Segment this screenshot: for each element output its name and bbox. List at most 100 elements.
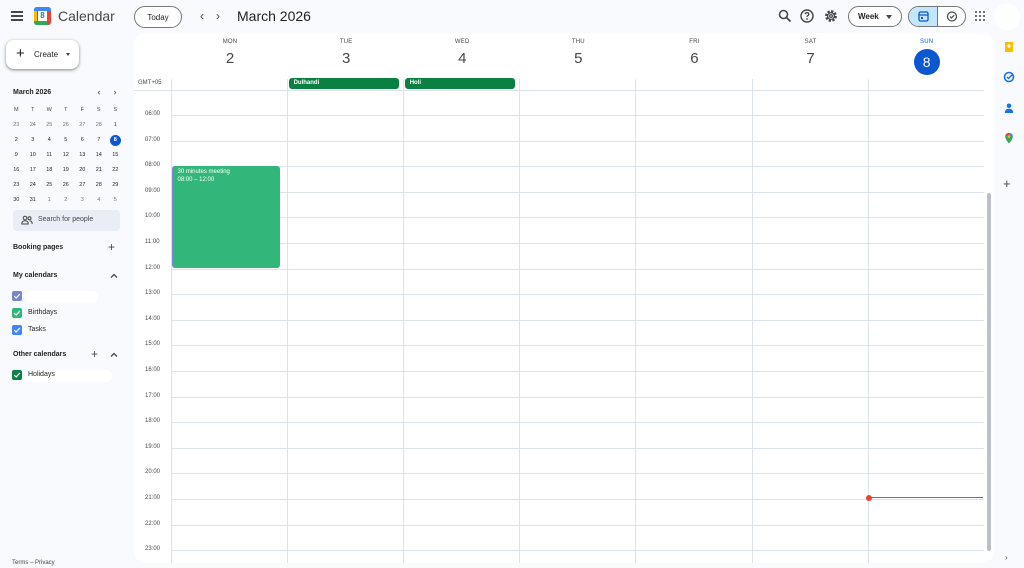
- mini-calendar-day[interactable]: 19: [58, 163, 75, 178]
- mini-calendar-day[interactable]: 8: [107, 133, 124, 148]
- all-day-event[interactable]: Holi: [404, 78, 515, 89]
- day-header[interactable]: WED 4: [404, 33, 520, 79]
- mini-calendar-day[interactable]: 3: [74, 193, 91, 208]
- create-button[interactable]: + Create: [6, 40, 79, 69]
- mini-calendar-day[interactable]: 14: [91, 148, 108, 163]
- mini-calendar-day[interactable]: 7: [91, 133, 108, 148]
- day-date[interactable]: 3: [288, 50, 404, 67]
- add-addon-icon[interactable]: +: [1003, 177, 1011, 190]
- mini-calendar-day[interactable]: 27: [74, 178, 91, 193]
- checkbox[interactable]: [12, 308, 22, 318]
- mini-calendar-day[interactable]: 6: [74, 133, 91, 148]
- mini-calendar-day[interactable]: 30: [8, 193, 25, 208]
- mini-calendar-day[interactable]: 11: [41, 148, 58, 163]
- mini-calendar-day[interactable]: 3: [25, 133, 42, 148]
- calendar-item[interactable]: Tasks: [12, 325, 122, 337]
- day-column-divider: [403, 79, 405, 563]
- hour-label: 11:00: [145, 239, 160, 245]
- apps-grid-icon[interactable]: [975, 11, 985, 21]
- mini-calendar-day[interactable]: 25: [41, 118, 58, 133]
- mini-calendar-day[interactable]: 12: [58, 148, 75, 163]
- mini-calendar-day[interactable]: 2: [58, 193, 75, 208]
- day-header[interactable]: SUN 8: [869, 33, 985, 79]
- checkbox[interactable]: [12, 370, 22, 380]
- mini-calendar-day[interactable]: 22: [107, 163, 124, 178]
- main-menu-icon[interactable]: [11, 11, 23, 21]
- help-icon[interactable]: [799, 8, 815, 24]
- chevron-up-icon[interactable]: [110, 351, 118, 359]
- day-header[interactable]: TUE 3: [288, 33, 404, 79]
- mini-prev-icon[interactable]: ‹: [95, 87, 103, 97]
- mini-calendar-day[interactable]: 13: [74, 148, 91, 163]
- mini-calendar-day[interactable]: 23: [8, 118, 25, 133]
- mini-calendar-day[interactable]: 24: [25, 178, 42, 193]
- mini-calendar-day[interactable]: 5: [107, 193, 124, 208]
- day-date[interactable]: 2: [172, 50, 288, 67]
- mini-calendar-day[interactable]: 2: [8, 133, 25, 148]
- today-date[interactable]: 8: [913, 49, 940, 75]
- calendar-logo-icon[interactable]: 8: [34, 7, 51, 25]
- calendar-item[interactable]: [12, 291, 122, 303]
- contacts-icon[interactable]: [1003, 102, 1015, 114]
- mini-calendar-day[interactable]: 5: [58, 133, 75, 148]
- hour-label: 16:00: [145, 367, 161, 373]
- all-day-event[interactable]: Dulhandi: [288, 78, 399, 89]
- mini-calendar-day[interactable]: 15: [107, 148, 124, 163]
- search-people-input[interactable]: Search for people: [13, 210, 120, 231]
- tasks-icon[interactable]: [1003, 71, 1015, 83]
- today-button[interactable]: Today: [134, 6, 182, 28]
- view-select-label: Week: [858, 12, 879, 21]
- mini-calendar-day[interactable]: 23: [8, 178, 25, 193]
- checkbox[interactable]: [12, 325, 22, 335]
- mini-calendar-day[interactable]: 24: [25, 118, 42, 133]
- mini-calendar-day[interactable]: 9: [8, 148, 25, 163]
- mini-calendar-day[interactable]: 31: [25, 193, 42, 208]
- mini-calendar-day[interactable]: 1: [41, 193, 58, 208]
- mini-calendar-day[interactable]: 27: [74, 118, 91, 133]
- mini-calendar-day[interactable]: 26: [58, 118, 75, 133]
- day-date[interactable]: 5: [520, 50, 636, 67]
- mini-next-icon[interactable]: ›: [111, 87, 119, 97]
- checkbox[interactable]: [12, 291, 22, 301]
- mini-calendar-day[interactable]: 16: [8, 163, 25, 178]
- calendar-item[interactable]: Holidays: [12, 370, 122, 382]
- mini-calendar-day[interactable]: 4: [91, 193, 108, 208]
- day-date[interactable]: 7: [753, 50, 869, 67]
- day-header[interactable]: FRI 6: [636, 33, 752, 79]
- gear-icon[interactable]: [823, 8, 839, 24]
- mini-calendar-day[interactable]: 1: [107, 118, 124, 133]
- search-icon[interactable]: [777, 8, 793, 24]
- expand-panel-icon[interactable]: ›: [1005, 553, 1008, 562]
- day-header[interactable]: THU 5: [520, 33, 636, 79]
- mini-calendar-day[interactable]: 10: [25, 148, 42, 163]
- calendar-view-button[interactable]: [909, 7, 938, 26]
- view-select[interactable]: Week: [848, 6, 902, 27]
- add-other-calendar-icon[interactable]: +: [91, 348, 98, 360]
- scrollbar-thumb[interactable]: [987, 193, 991, 551]
- chevron-left-icon[interactable]: ‹: [195, 8, 209, 24]
- footer-links[interactable]: Terms – Privacy: [12, 560, 55, 566]
- tasks-view-button[interactable]: [938, 7, 965, 26]
- mini-calendar-day[interactable]: 29: [107, 178, 124, 193]
- day-header[interactable]: SAT 7: [753, 33, 869, 79]
- mini-calendar-day[interactable]: 4: [41, 133, 58, 148]
- mini-calendar-day[interactable]: 17: [25, 163, 42, 178]
- mini-calendar-day[interactable]: 28: [91, 178, 108, 193]
- mini-calendar-day[interactable]: 18: [41, 163, 58, 178]
- mini-calendar-day[interactable]: 20: [74, 163, 91, 178]
- day-date[interactable]: 6: [636, 50, 752, 67]
- day-date[interactable]: 4: [404, 50, 520, 67]
- add-booking-page-icon[interactable]: +: [108, 241, 115, 253]
- account-avatar[interactable]: [994, 4, 1020, 30]
- day-header[interactable]: MON 2: [172, 33, 288, 79]
- chevron-up-icon[interactable]: [110, 272, 118, 280]
- keep-icon[interactable]: [1003, 41, 1015, 53]
- mini-calendar-day[interactable]: 28: [91, 118, 108, 133]
- calendar-event[interactable]: 30 minutes meeting 08:00 – 12:00: [171, 166, 280, 268]
- chevron-right-icon[interactable]: ›: [211, 8, 225, 24]
- maps-icon[interactable]: [1003, 132, 1015, 144]
- mini-calendar-day[interactable]: 25: [41, 178, 58, 193]
- calendar-item[interactable]: Birthdays: [12, 308, 122, 320]
- mini-calendar-day[interactable]: 26: [58, 178, 75, 193]
- mini-calendar-day[interactable]: 21: [91, 163, 108, 178]
